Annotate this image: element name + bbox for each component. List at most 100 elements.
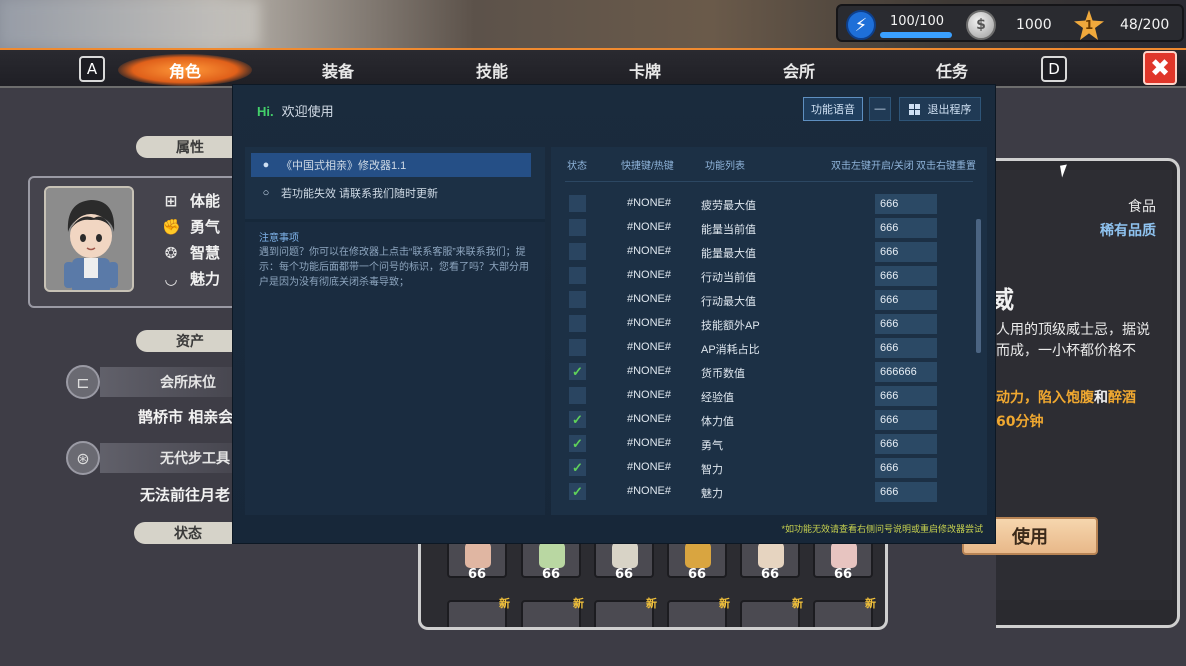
- stat-label: 体能: [190, 192, 221, 210]
- exit-button[interactable]: 退出程序: [899, 97, 981, 121]
- tab-equipment[interactable]: 装备: [293, 58, 383, 82]
- function-row[interactable]: #NONE# 能量当前值 666: [565, 217, 945, 241]
- function-value-input[interactable]: 666: [875, 194, 937, 214]
- hotkey-label: #NONE#: [627, 365, 672, 377]
- user-icon: ●: [262, 159, 270, 171]
- function-name: 能量最大值: [701, 248, 756, 260]
- function-row[interactable]: ✓ #NONE# 勇气 666: [565, 433, 945, 457]
- function-row[interactable]: ✓ #NONE# 货币数值 666666: [565, 361, 945, 385]
- status-checkbox[interactable]: ✓: [569, 363, 586, 380]
- tab-skills[interactable]: 技能: [447, 58, 537, 82]
- col-function: 功能列表: [705, 161, 745, 172]
- close-button[interactable]: ✖: [1143, 51, 1177, 85]
- hotkey-label: #NONE#: [627, 485, 672, 497]
- status-checkbox[interactable]: ✓: [569, 459, 586, 476]
- function-row[interactable]: #NONE# 行动最大值 666: [565, 289, 945, 313]
- tip-row[interactable]: ○ 若功能失效 请联系我们随时更新: [251, 181, 531, 205]
- col-toggle-hint: 双击左键开启/关闭: [831, 161, 914, 172]
- function-value-input[interactable]: 666: [875, 410, 937, 430]
- function-row[interactable]: ✓ #NONE# 体力值 666: [565, 409, 945, 433]
- voice-button[interactable]: 功能语音: [803, 97, 863, 121]
- slot-count: 66: [541, 567, 561, 582]
- slot-count: 66: [833, 567, 853, 582]
- slot-count: 66: [760, 567, 780, 582]
- function-value-input[interactable]: 666: [875, 482, 937, 502]
- function-row[interactable]: ✓ #NONE# 魅力 666: [565, 481, 945, 505]
- lightning-icon: ⚡: [846, 10, 876, 40]
- inventory-slot[interactable]: [813, 600, 873, 627]
- function-value-input[interactable]: 666: [875, 218, 937, 238]
- function-name: 疲劳最大值: [701, 200, 756, 212]
- function-row[interactable]: #NONE# 技能额外AP 666: [565, 313, 945, 337]
- welcome-label: 欢迎使用: [281, 104, 334, 119]
- function-value-input[interactable]: 666: [875, 314, 937, 334]
- function-value-input[interactable]: 666: [875, 266, 937, 286]
- function-value-input[interactable]: 666: [875, 434, 937, 454]
- status-checkbox[interactable]: ✓: [569, 483, 586, 500]
- effect-text: 动力，陷入: [996, 390, 1066, 406]
- minimize-button[interactable]: —: [869, 97, 891, 121]
- function-row[interactable]: #NONE# AP消耗占比 666: [565, 337, 945, 361]
- next-tab-key[interactable]: D: [1041, 56, 1067, 82]
- status-checkbox[interactable]: [569, 387, 586, 404]
- character-portrait: [46, 188, 132, 290]
- windows-icon: [908, 103, 920, 115]
- status-checkbox[interactable]: [569, 219, 586, 236]
- function-row[interactable]: #NONE# 能量最大值 666: [565, 241, 945, 265]
- status-checkbox[interactable]: [569, 339, 586, 356]
- prev-tab-key[interactable]: A: [79, 56, 105, 82]
- function-value-input[interactable]: 666: [875, 338, 937, 358]
- level-progress: 48/200: [1120, 17, 1170, 33]
- avatar[interactable]: [44, 186, 134, 292]
- energy-bar-fill: [880, 32, 952, 38]
- function-name: 技能额外AP: [701, 320, 760, 332]
- trainer-name-row[interactable]: ● 《中国式相亲》修改器1.1: [251, 153, 531, 177]
- exit-label: 退出程序: [927, 104, 972, 116]
- new-badge: 新: [499, 597, 510, 610]
- bed-icon: ⊏: [66, 365, 100, 399]
- function-value-input[interactable]: 666666: [875, 362, 937, 382]
- blurred-header-area: [0, 0, 260, 46]
- slot-count: 66: [687, 567, 707, 582]
- inventory-slot[interactable]: [667, 600, 727, 627]
- star-level-icon: 1: [1074, 10, 1104, 40]
- status-checkbox[interactable]: [569, 243, 586, 260]
- function-value-input[interactable]: 666: [875, 290, 937, 310]
- status-checkbox[interactable]: ✓: [569, 435, 586, 452]
- function-value-input[interactable]: 666: [875, 242, 937, 262]
- inventory-slot[interactable]: [521, 600, 581, 627]
- col-status: 状态: [567, 161, 587, 172]
- status-checkbox[interactable]: [569, 315, 586, 332]
- function-row[interactable]: #NONE# 疲劳最大值 666: [565, 193, 945, 217]
- status-checkbox[interactable]: ✓: [569, 411, 586, 428]
- steering-wheel-icon: ⊛: [66, 441, 100, 475]
- function-row[interactable]: #NONE# 行动当前值 666: [565, 265, 945, 289]
- scrollbar-thumb[interactable]: [976, 219, 981, 353]
- tab-character[interactable]: 角色: [140, 58, 230, 82]
- inventory-slot[interactable]: [447, 600, 507, 627]
- trainer-title: Hi. 欢迎使用: [257, 101, 334, 120]
- close-icon: ✖: [1149, 54, 1171, 82]
- function-value-input[interactable]: 666: [875, 458, 937, 478]
- function-name: 体力值: [701, 416, 734, 428]
- tab-club[interactable]: 会所: [754, 58, 844, 82]
- tab-tasks[interactable]: 任务: [907, 58, 997, 82]
- function-name: 经验值: [701, 392, 734, 404]
- status-checkbox[interactable]: [569, 195, 586, 212]
- status-header: 状态: [134, 522, 242, 544]
- effect-text: 和: [1094, 390, 1108, 406]
- inventory-slot[interactable]: [740, 600, 800, 627]
- hotkey-label: #NONE#: [627, 293, 672, 305]
- lips-icon: ◡: [165, 269, 177, 288]
- inventory-slot[interactable]: [594, 600, 654, 627]
- function-row[interactable]: ✓ #NONE# 智力 666: [565, 457, 945, 481]
- tab-cards[interactable]: 卡牌: [600, 58, 690, 82]
- status-checkbox[interactable]: [569, 267, 586, 284]
- status-checkbox[interactable]: [569, 291, 586, 308]
- function-row[interactable]: #NONE# 经验值 666: [565, 385, 945, 409]
- function-value-input[interactable]: 666: [875, 386, 937, 406]
- item-desc-line: 而成，一小杯都价格不: [996, 343, 1136, 359]
- function-name: AP消耗占比: [701, 344, 760, 356]
- energy-value: 100/100: [890, 13, 945, 29]
- coin-value: 1000: [1016, 17, 1052, 33]
